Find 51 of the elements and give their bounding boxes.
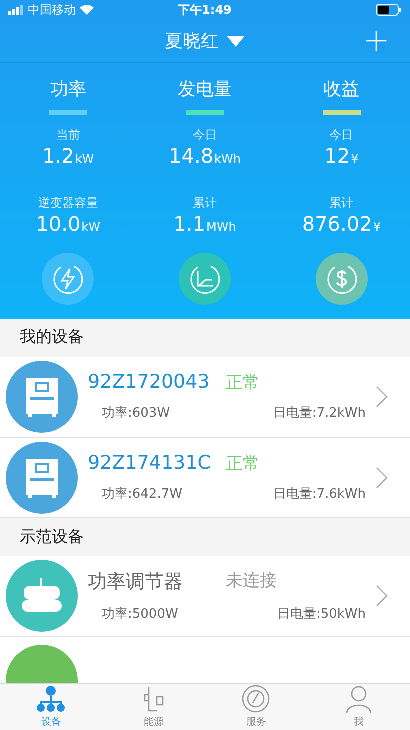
chevron-icon xyxy=(376,466,388,488)
device-row[interactable]: 92Z174131C 正常 功率:642.7W 日电量:7.6kWh xyxy=(0,438,410,518)
signal-icon xyxy=(8,5,24,15)
inverter-icon xyxy=(25,458,59,498)
stat-heading: 功率 xyxy=(50,78,86,101)
device-status: 正常 xyxy=(226,372,261,394)
stat-value: 876.02¥ xyxy=(302,212,381,236)
device-energy: 日电量:7.6kWh xyxy=(272,486,366,503)
device-energy: 日电量:7.2kWh xyxy=(272,405,366,422)
stat-label: 当前 xyxy=(56,127,80,144)
device-name: 功率调节器 xyxy=(88,570,184,596)
wifi-icon xyxy=(80,5,94,15)
caret-icon xyxy=(227,36,245,46)
device-power: 功率:642.7W xyxy=(101,486,184,503)
device-name: 92Z1720043 xyxy=(88,371,211,394)
stat-label: 今日 xyxy=(192,127,217,144)
tab[interactable]: 我 xyxy=(308,684,410,730)
device-power: 功率:5000W xyxy=(101,606,180,624)
device-row[interactable]: 92Z1720043 正常 功率:603W 日电量:7.2kWh xyxy=(0,356,410,438)
network-icon xyxy=(36,684,66,713)
stat-value: 1.2 kW xyxy=(42,144,94,168)
chevron-icon xyxy=(376,386,388,408)
stat-label: 今日 xyxy=(330,127,354,144)
tab[interactable]: 设备 xyxy=(0,684,102,730)
battery-icon xyxy=(376,4,402,16)
stat-value: 10.0 kW xyxy=(36,212,100,236)
compass-icon xyxy=(241,684,272,713)
device-row[interactable]: 功率调节器 未连接 功率:5000W 日电量:50kWh xyxy=(0,556,410,638)
tab[interactable]: 服务 xyxy=(205,684,308,730)
stat-heading: 发电量 xyxy=(178,78,232,101)
stat-label: 累计 xyxy=(192,195,217,212)
inverter-icon xyxy=(25,376,59,417)
account-selector[interactable]: 夏晓红 xyxy=(159,28,251,54)
device-energy: 日电量:50kWh xyxy=(276,606,366,624)
tab[interactable]: 能源 xyxy=(102,684,205,730)
device-status: 未连接 xyxy=(226,570,278,594)
stat-value: 1.1 MWh xyxy=(174,212,236,236)
add-button[interactable]: + xyxy=(357,24,396,56)
stat-value: 12¥ xyxy=(324,144,359,168)
device-status: 正常 xyxy=(226,453,261,475)
chevron-icon xyxy=(376,585,388,608)
status-time: 下午1:49 xyxy=(178,2,232,18)
device-name: 92Z174131C xyxy=(88,452,212,475)
stat-label: 逆变器容量 xyxy=(38,195,98,212)
user-icon xyxy=(344,684,374,713)
stat-label: 累计 xyxy=(330,195,354,212)
stat-value: 14.8 kWh xyxy=(169,144,241,168)
router-icon xyxy=(20,578,64,614)
carrier-name: 中国移动 xyxy=(28,2,76,18)
stat-heading: 收益 xyxy=(324,78,360,101)
device-power: 功率:603W xyxy=(101,405,172,422)
